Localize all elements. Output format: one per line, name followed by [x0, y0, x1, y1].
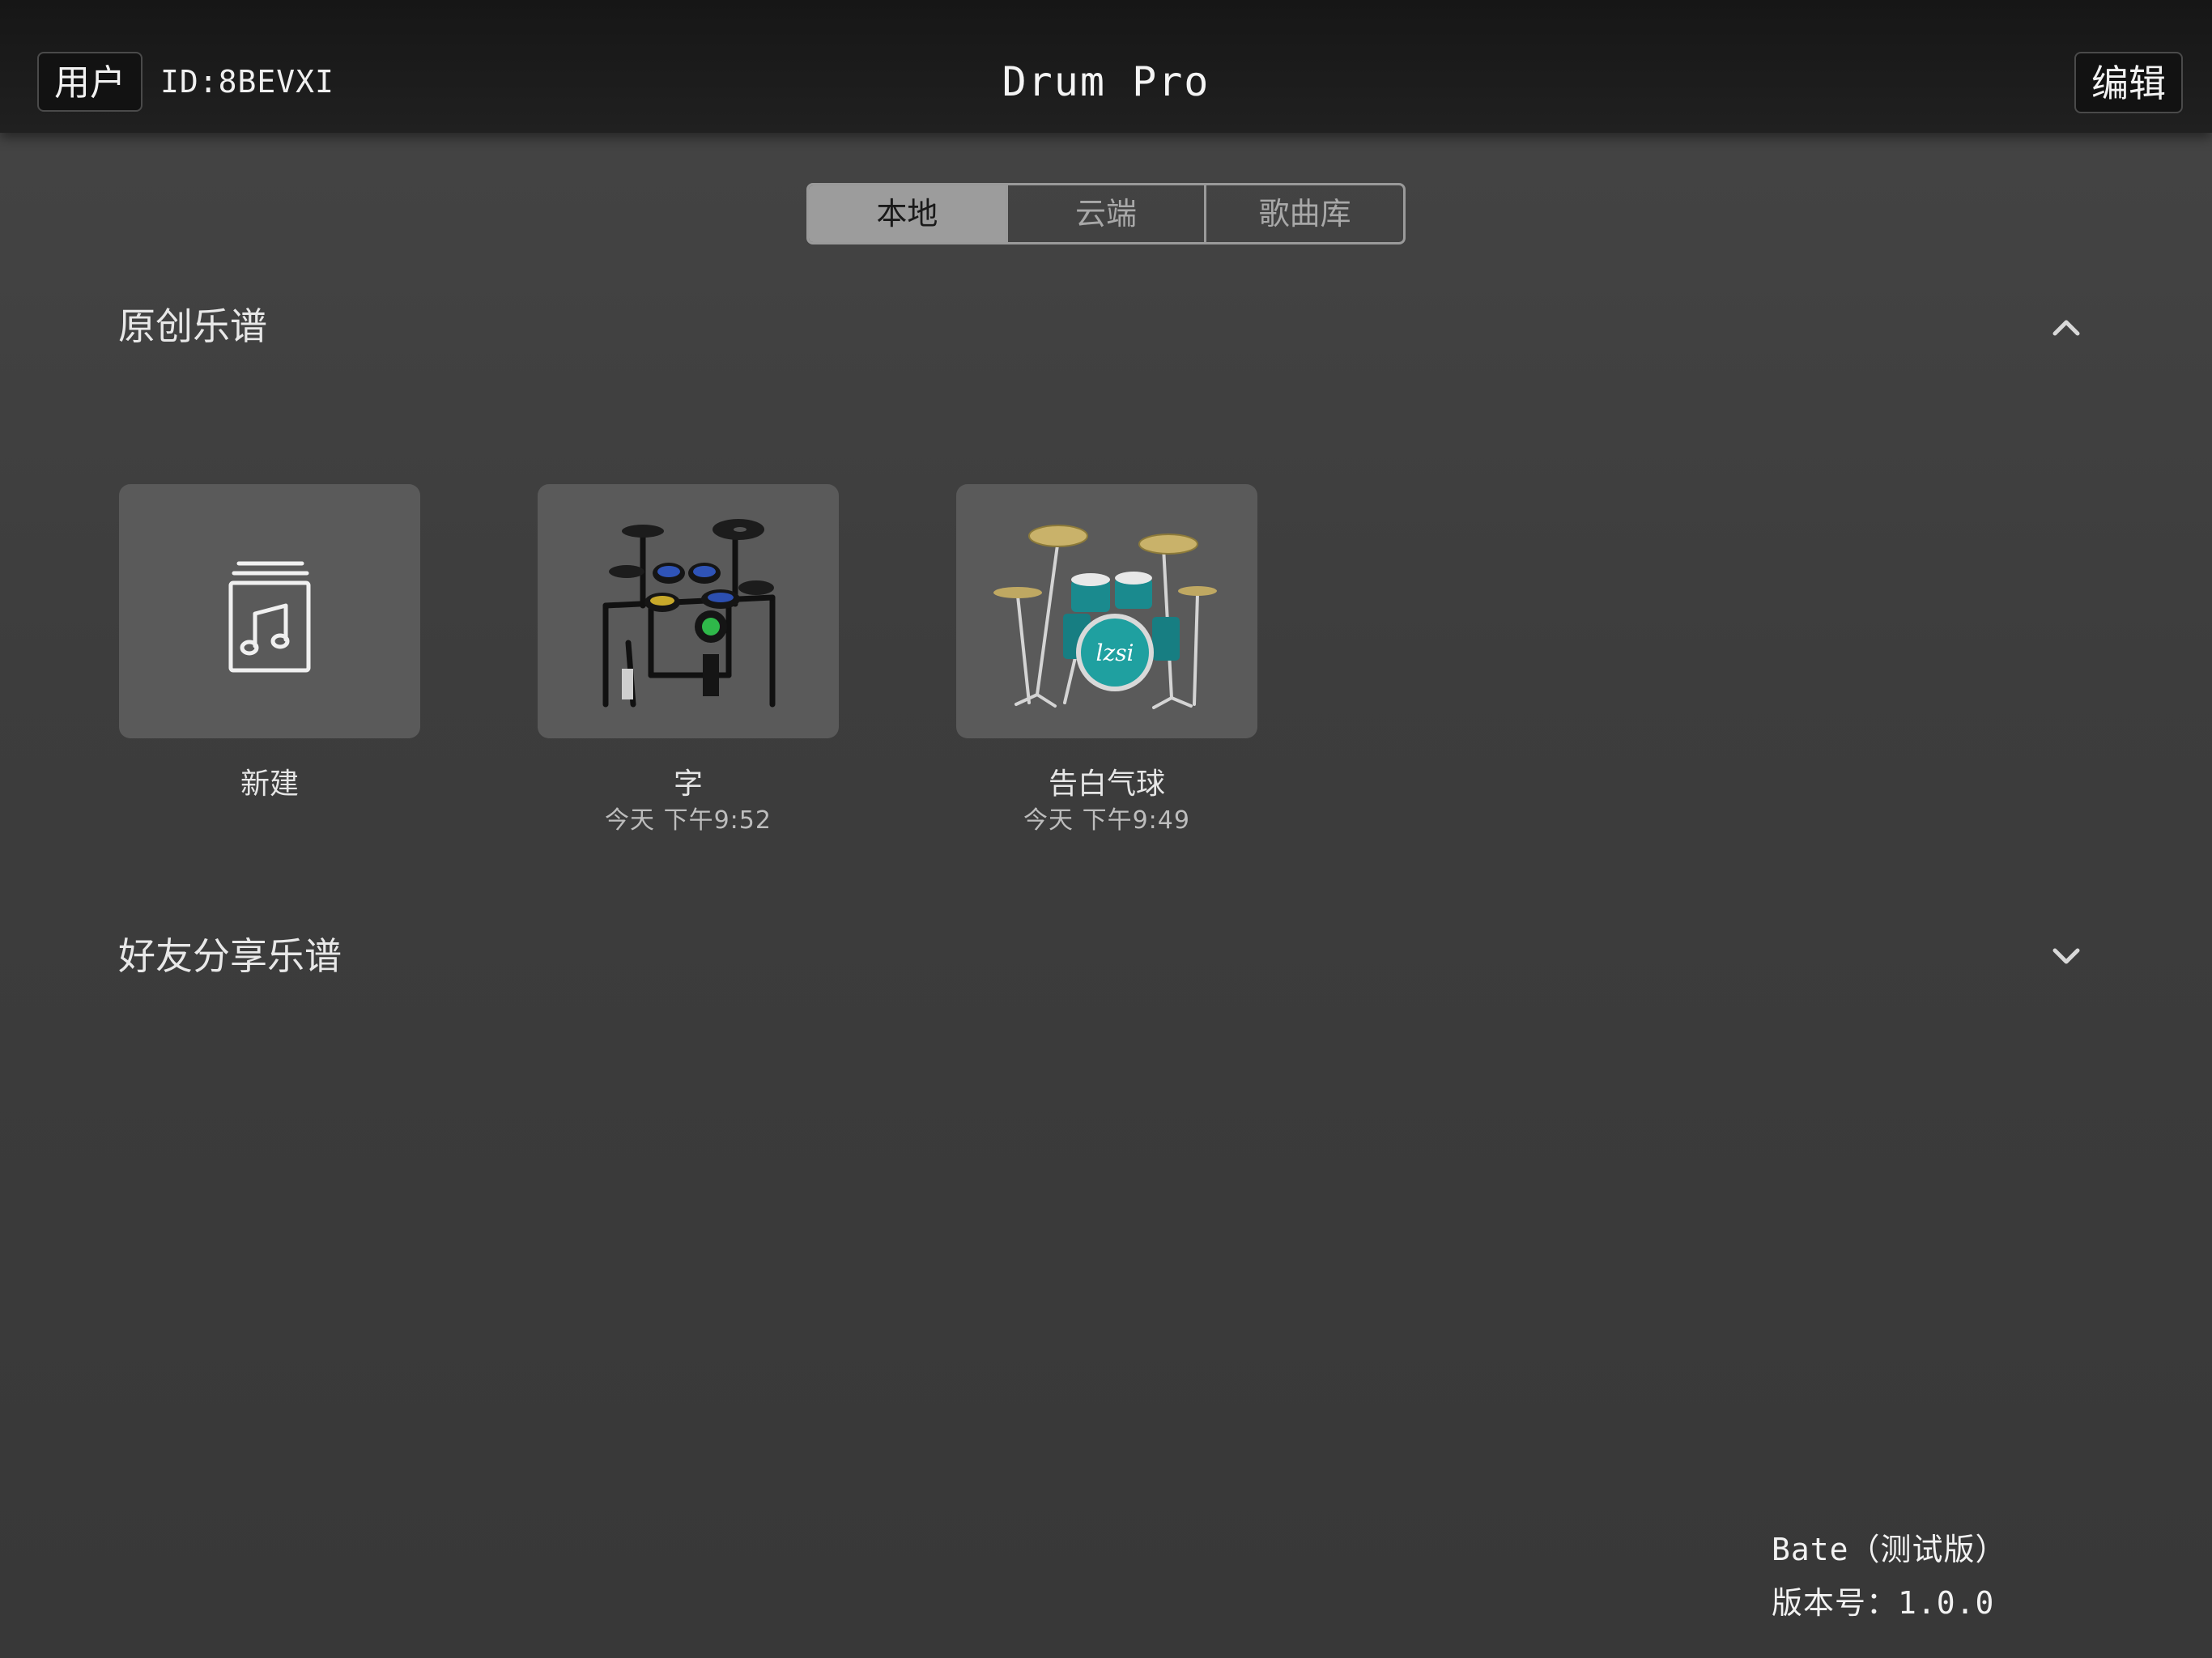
edit-button[interactable]: 编辑 — [2074, 52, 2183, 113]
score-title-zi: 字 — [673, 767, 703, 801]
new-score-label: 新建 — [240, 767, 299, 801]
drum-pro-home: 用户 ID:8BEVXI Drum Pro 编辑 本地 云端 歌曲库 原创乐谱 … — [0, 0, 2212, 1658]
electronic-drum-kit-image — [602, 519, 776, 708]
score-title-gaobaiqiqiu: 告白气球 — [1048, 767, 1165, 801]
music-file-icon — [228, 561, 311, 673]
tab-song-library[interactable]: 歌曲库 — [1204, 185, 1403, 242]
svg-text:lzsi: lzsi — [1095, 640, 1134, 666]
app-title: Drum Pro — [1002, 58, 1210, 105]
tab-local[interactable]: 本地 — [809, 185, 1006, 242]
section-original-title[interactable]: 原创乐谱 — [118, 300, 267, 353]
build-label: Bate（测试版） — [1772, 1532, 2007, 1567]
score-card-gaobaiqiqiu[interactable]: lzsi — [956, 484, 1257, 738]
source-tabs: 本地 云端 歌曲库 — [806, 183, 1406, 244]
section-shared-title[interactable]: 好友分享乐谱 — [118, 929, 342, 983]
top-bar: 用户 ID:8BEVXI Drum Pro 编辑 — [0, 0, 2212, 133]
acoustic-drum-kit-image: lzsi — [993, 525, 1217, 709]
new-score-card[interactable] — [119, 484, 420, 738]
score-card-zi[interactable] — [538, 484, 839, 738]
version-label: 版本号：1.0.0 — [1772, 1585, 1995, 1621]
score-date-gaobaiqiqiu: 今天 下午9:49 — [1023, 806, 1190, 835]
score-date-zi: 今天 下午9:52 — [605, 806, 772, 835]
tab-cloud[interactable]: 云端 — [1005, 185, 1205, 242]
chevron-down-icon[interactable] — [2050, 941, 2082, 973]
chevron-up-icon[interactable] — [2050, 311, 2082, 343]
